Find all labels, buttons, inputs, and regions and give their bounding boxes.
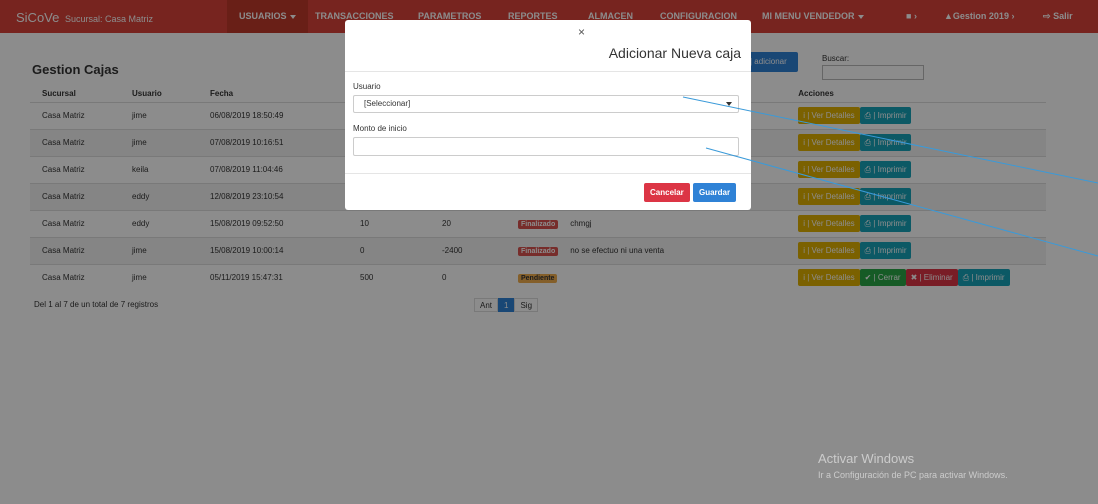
annotation-line [682,96,1098,184]
windows-activation-title: Activar Windows [818,451,915,466]
windows-activation-text: Ir a Configuración de PC para activar Wi… [818,470,1008,480]
annotation-line [705,147,1098,257]
annotation-lines [682,96,1098,257]
